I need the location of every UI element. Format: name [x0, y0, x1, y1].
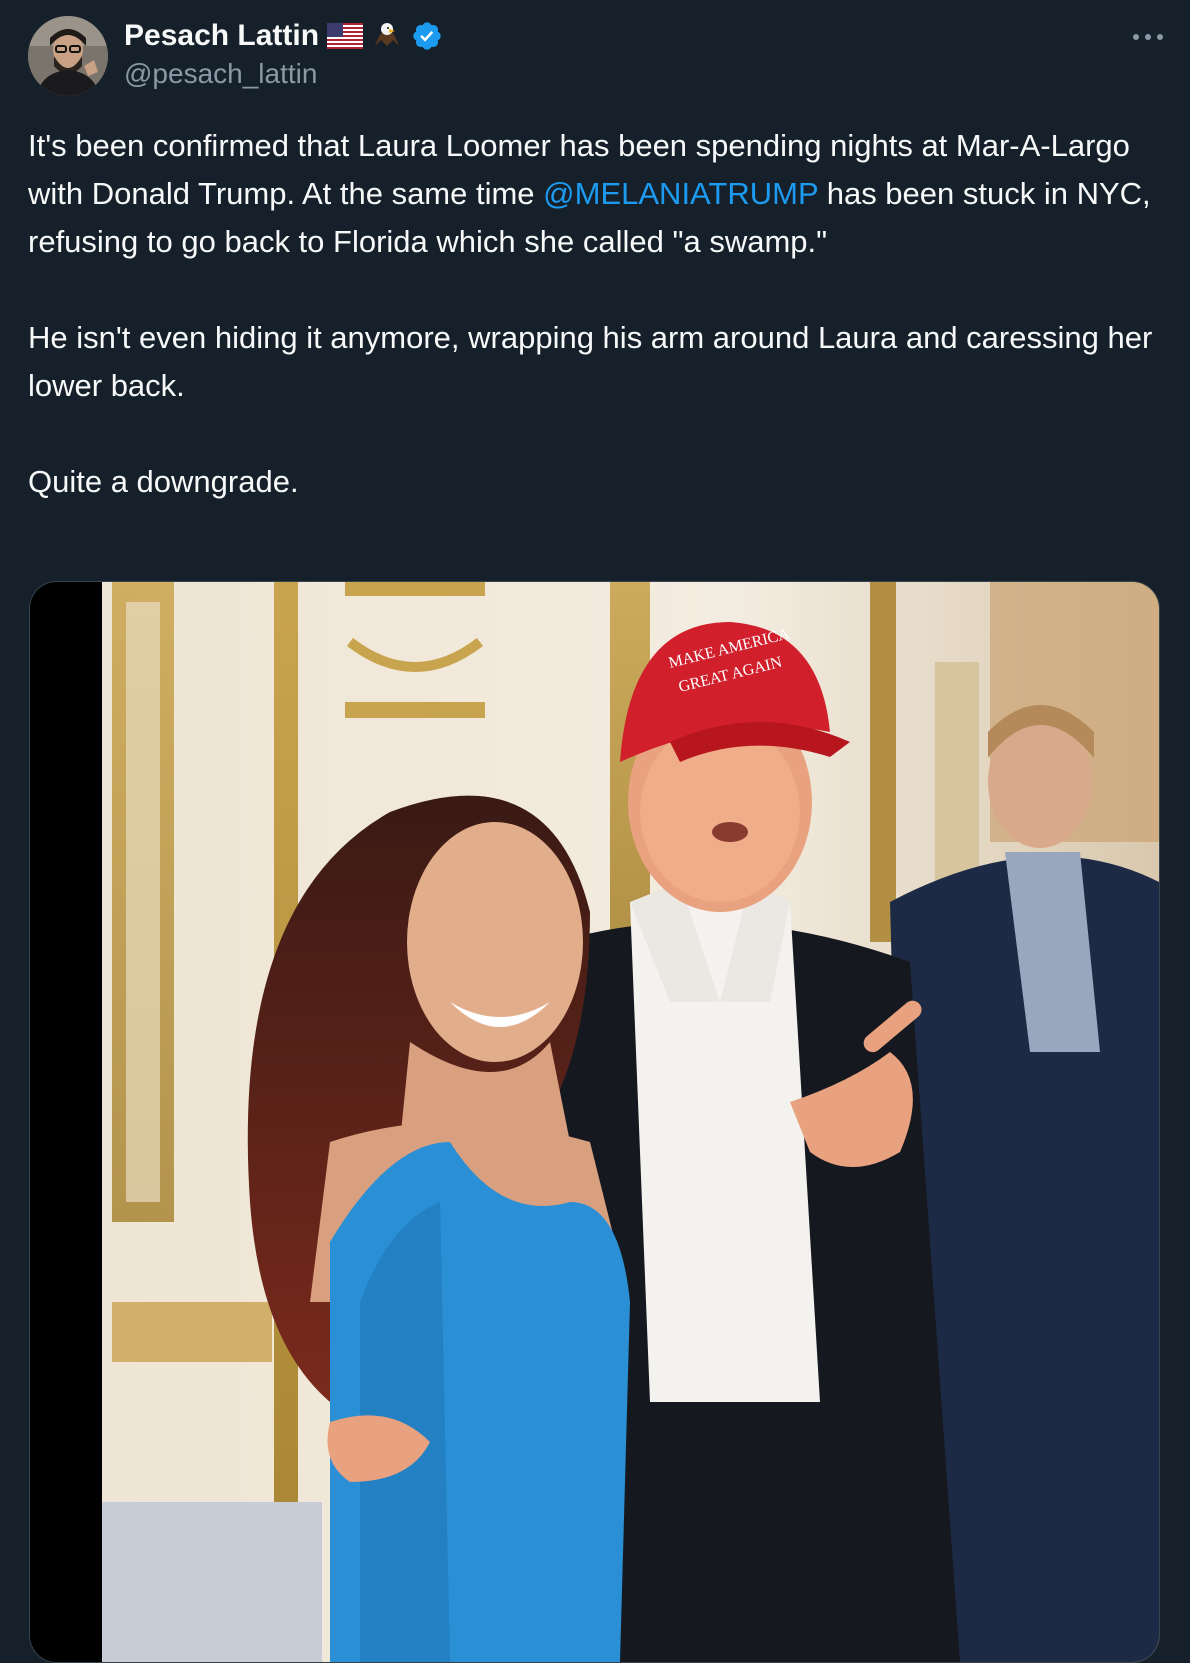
- author-name-row: Pesach Lattin: [124, 16, 443, 56]
- author-display-name[interactable]: Pesach Lattin: [124, 19, 319, 53]
- more-options-icon: [1133, 34, 1163, 40]
- more-options-button[interactable]: [1126, 22, 1170, 52]
- us-flag-emoji: [327, 23, 364, 49]
- author-handle[interactable]: @pesach_lattin: [124, 58, 317, 90]
- author-avatar[interactable]: [28, 16, 108, 96]
- tweet-paragraph: Quite a downgrade.: [28, 464, 299, 499]
- verified-badge-icon[interactable]: [411, 20, 443, 52]
- media-photo: MAKE AMERICA GREAT AGAIN: [30, 582, 1159, 1662]
- tweet-paragraph: He isn't even hiding it anymore, wrappin…: [28, 320, 1153, 403]
- avatar-image: [28, 16, 108, 96]
- tweet-paragraph: It's been confirmed that Laura Loomer ha…: [28, 122, 1168, 266]
- eagle-emoji: [371, 20, 403, 52]
- tweet-text: It's been confirmed that Laura Loomer ha…: [28, 122, 1168, 506]
- mention-link[interactable]: @MELANIATRUMP: [543, 176, 818, 211]
- tweet-media[interactable]: MAKE AMERICA GREAT AGAIN: [29, 581, 1160, 1663]
